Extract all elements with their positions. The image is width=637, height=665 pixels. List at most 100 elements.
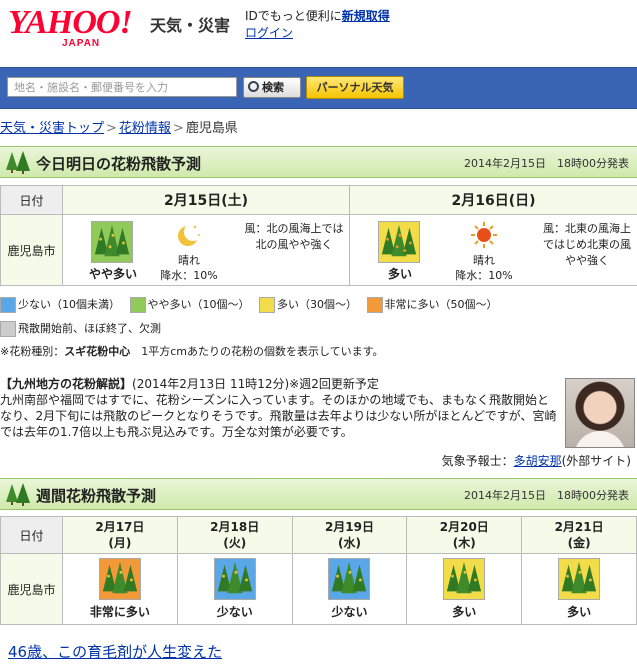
week-cell-2: 少ない [176, 553, 293, 625]
week-dow-text: (火) [223, 536, 247, 550]
breadcrumb-top-link[interactable]: 天気・災害トップ [0, 121, 104, 136]
search-button[interactable]: 検索 [243, 77, 301, 98]
week-cell-5: 多い [521, 553, 637, 625]
legend-item: 非常に多い（50個〜） [366, 297, 498, 313]
pollen-level-label: 少ない [216, 605, 253, 619]
sun-icon [471, 222, 497, 248]
pollen-level-icon [558, 558, 601, 600]
region-name: 鹿児島市 [0, 553, 63, 625]
note-prefix: ※花粉種別： [0, 345, 65, 358]
legend-item: やや多い（10個〜） [129, 297, 250, 313]
search-input[interactable]: 地名・施設名・郵便番号を入力 [7, 77, 237, 97]
site-header: YAHOO! JAPAN 天気・災害 IDでもっと便利に新規取得 ログイン [0, 0, 637, 62]
search-bar: 地名・施設名・郵便番号を入力 検索 パーソナル天気 [0, 67, 637, 109]
pollen-level-label: 多い [452, 605, 477, 619]
moon-icon [178, 223, 202, 246]
week-dow-text: (水) [338, 536, 361, 550]
pollen-level-label: 多い [387, 267, 412, 281]
pollen-level-icon [443, 558, 486, 600]
note-type: スギ花粉中心 [64, 345, 131, 358]
service-title[interactable]: 天気・災害 [150, 12, 230, 36]
pollen-legend: 少ない（10個未満） やや多い（10個〜） 多い（30個〜） 非常に多い（50個… [0, 296, 504, 313]
forecaster-prefix: 気象予報士： [441, 454, 514, 468]
pollen-level-label: 非常に多い [89, 605, 150, 619]
breadcrumb-separator: > [106, 121, 117, 136]
week-date-text: 2月19日 [324, 520, 375, 534]
legend-label: 非常に多い（50個〜） [384, 298, 498, 311]
precip-text: 降水：10% [455, 269, 513, 282]
pollen-note: ※花粉種別：スギ花粉中心 1平方cmあたりの花粉の個数を表示しています。 [0, 343, 384, 359]
week-date-text: 2月17日 [95, 520, 145, 534]
cedar-tree-icon [6, 151, 30, 174]
pollen-level-icon [91, 221, 133, 263]
week-date-1: 2月17日 (月) [62, 516, 178, 554]
week-dow-text: (木) [452, 536, 476, 550]
breadcrumb-pollen-link[interactable]: 花粉情報 [119, 121, 171, 136]
region-name: 鹿児島市 [0, 214, 63, 286]
today-section-header: 今日明日の花粉飛散予測 2014年2月15日 18時00分発表 [0, 146, 637, 178]
explain-heading: 【九州地方の花粉解説】 [0, 377, 133, 391]
legend-label: やや多い（10個〜） [147, 298, 250, 311]
legend-swatch-level2 [129, 297, 146, 313]
date-label: 日付 [0, 185, 63, 215]
week-cell-1: 非常に多い [62, 553, 178, 625]
legend-label: 多い（30個〜） [277, 298, 357, 311]
week-dow-text: (月) [108, 536, 132, 550]
login-prompt: IDでもっと便利に [245, 9, 342, 23]
forecaster-credit: 気象予報士：多胡安那(外部サイト) [442, 452, 631, 469]
legend-item: 少ない（10個未満） [0, 297, 120, 313]
wind-text: 風：北の風海上では北の風やや強く [244, 222, 344, 251]
today-section-title: 今日明日の花粉飛散予測 [36, 155, 202, 173]
week-dow-text: (金) [567, 536, 591, 550]
note-suffix: 1平方cmあたりの花粉の個数を表示しています。 [141, 345, 384, 358]
legend-label: 少ない（10個未満） [18, 298, 120, 311]
breadcrumb-separator: > [172, 121, 184, 136]
today-date-2: 2月16日(日) [349, 185, 637, 215]
legend-swatch-level1 [0, 297, 16, 313]
today-issued: 2014年2月15日 18時00分発表 [464, 157, 629, 170]
today-forecast-table: 日付 2月15日(土) 2月16日(日) 鹿児島市 やや多い 晴れ 降水：10%… [0, 185, 637, 286]
pollen-level-label: やや多い [88, 267, 137, 281]
register-link[interactable]: 新規取得 [342, 9, 390, 23]
cedar-tree-icon [6, 483, 30, 506]
legend-swatch-level4 [366, 297, 383, 313]
pollen-legend-none: 飛散開始前、ほぼ終了、欠測 [0, 320, 161, 337]
today-date-1: 2月15日(土) [62, 185, 350, 215]
week-section-title: 週間花粉飛散予測 [36, 487, 157, 505]
login-area: IDでもっと便利に新規取得 ログイン [245, 8, 390, 42]
week-issued: 2014年2月15日 18時00分発表 [464, 489, 629, 502]
week-cell-4: 多い [406, 553, 523, 625]
week-date-text: 2月21日 [554, 520, 604, 534]
week-date-3: 2月19日 (水) [291, 516, 408, 554]
legend-label: 飛散開始前、ほぼ終了、欠測 [18, 322, 161, 335]
yahoo-logo[interactable]: YAHOO! [8, 6, 133, 40]
breadcrumb: 天気・災害トップ > 花粉情報 > 鹿児島県 [0, 117, 238, 136]
forecaster-photo-body [574, 431, 626, 447]
pollen-level-label: 少ない [331, 605, 368, 619]
weather-text: 晴れ [473, 254, 495, 267]
search-button-label: 検索 [262, 81, 284, 94]
week-date-4: 2月20日 (木) [406, 516, 523, 554]
forecaster-photo [565, 378, 635, 448]
forecaster-link[interactable]: 多胡安那 [514, 454, 562, 468]
yahoo-logo-sub: JAPAN [62, 38, 101, 49]
week-date-text: 2月20日 [439, 520, 489, 534]
explain-meta: (2014年2月13日 11時12分)※週2回更新予定 [132, 377, 379, 391]
week-date-2: 2月18日 (火) [176, 516, 293, 554]
login-link[interactable]: ログイン [245, 26, 293, 40]
explain-body: 九州南部や福岡ではすでに、花粉シーズンに入っています。そのほかの地域でも、まもな… [0, 393, 557, 439]
week-date-5: 2月21日 (金) [521, 516, 637, 554]
pollen-level-icon [328, 558, 371, 600]
week-cell-3: 少ない [291, 553, 408, 625]
breadcrumb-current: 鹿児島県 [185, 121, 238, 136]
legend-swatch-none [0, 321, 16, 337]
week-section-header: 週間花粉飛散予測 2014年2月15日 18時00分発表 [0, 478, 637, 510]
forecaster-suffix: (外部サイト) [561, 454, 631, 468]
ad-link[interactable]: 46歳、この育毛剤が人生変えた [8, 641, 222, 662]
weather-text: 晴れ [178, 254, 200, 267]
today-cell-2: 多い 晴れ 降水：10% 風：北東の風海上ではじめ北東の風やや強く [349, 214, 637, 286]
legend-item: 多い（30個〜） [259, 297, 357, 313]
search-icon [248, 81, 259, 92]
pollen-level-icon [98, 558, 141, 600]
personal-weather-button[interactable]: パーソナル天気 [306, 76, 404, 99]
